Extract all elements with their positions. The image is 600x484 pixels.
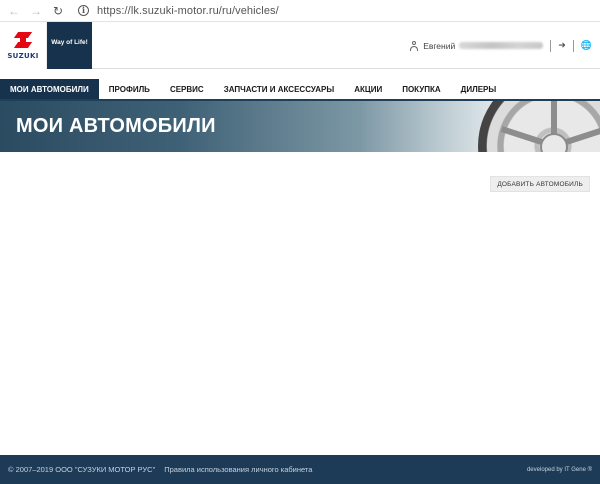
- url-field[interactable]: i https://lk.suzuki-motor.ru/ru/vehicles…: [78, 2, 279, 20]
- nav-item-service[interactable]: СЕРВИС: [160, 79, 214, 99]
- user-menu: Евгений ➜ 🌐: [409, 22, 600, 69]
- user-icon: [409, 40, 419, 51]
- info-icon[interactable]: i: [78, 5, 89, 16]
- add-vehicle-button[interactable]: ДОБАВИТЬ АВТОМОБИЛЬ: [490, 176, 590, 192]
- terms-link[interactable]: Правила использования личного кабинета: [164, 465, 312, 474]
- nav-item-my-vehicles[interactable]: МОИ АВТОМОБИЛИ: [0, 79, 99, 99]
- forward-arrow-icon[interactable]: →: [28, 3, 44, 19]
- page-title: МОИ АВТОМОБИЛИ: [16, 115, 216, 137]
- site-footer: © 2007–2019 ООО "СУЗУКИ МОТОР РУС" Прави…: [0, 455, 600, 484]
- suzuki-logo[interactable]: SUZUKI: [0, 22, 47, 69]
- divider: [550, 39, 552, 52]
- suzuki-s-emblem-icon: [12, 31, 34, 49]
- logo-text: SUZUKI: [7, 52, 39, 60]
- main-content: ДОБАВИТЬ АВТОМОБИЛЬ: [0, 152, 600, 455]
- nav-item-parts-accessories[interactable]: ЗАПЧАСТИ И АКСЕССУАРЫ: [214, 79, 344, 99]
- nav-item-promotions[interactable]: АКЦИИ: [344, 79, 392, 99]
- logout-icon[interactable]: ➜: [558, 40, 566, 51]
- developer-credit[interactable]: developed by IT Gene ®: [527, 467, 592, 473]
- slogan: Way of Life!: [47, 22, 92, 69]
- wheel-image: [478, 101, 600, 152]
- page-banner: МОИ АВТОМОБИЛИ: [0, 101, 600, 152]
- nav-item-dealers[interactable]: ДИЛЕРЫ: [451, 79, 507, 99]
- user-surname-redacted: [459, 42, 544, 49]
- divider: [572, 39, 574, 52]
- user-name[interactable]: Евгений: [423, 41, 455, 51]
- browser-address-bar: ← → ↻ i https://lk.suzuki-motor.ru/ru/ve…: [0, 0, 600, 22]
- site-header: SUZUKI Way of Life! Евгений ➜ 🌐: [0, 22, 600, 69]
- reload-icon[interactable]: ↻: [50, 3, 66, 19]
- copyright-text: © 2007–2019 ООО "СУЗУКИ МОТОР РУС": [8, 465, 156, 474]
- main-nav: МОИ АВТОМОБИЛИ ПРОФИЛЬ СЕРВИС ЗАПЧАСТИ И…: [0, 79, 600, 101]
- back-arrow-icon[interactable]: ←: [6, 3, 22, 19]
- globe-icon[interactable]: 🌐: [581, 40, 592, 51]
- nav-item-purchase[interactable]: ПОКУПКА: [392, 79, 450, 99]
- url-text[interactable]: https://lk.suzuki-motor.ru/ru/vehicles/: [97, 5, 279, 17]
- nav-item-profile[interactable]: ПРОФИЛЬ: [99, 79, 160, 99]
